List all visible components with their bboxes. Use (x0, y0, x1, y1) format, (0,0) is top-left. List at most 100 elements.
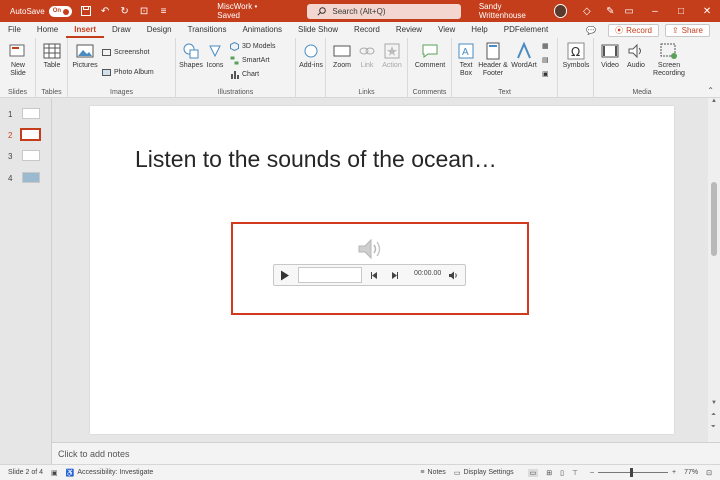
present-icon[interactable]: ⊡ (138, 5, 149, 17)
scroll-up-icon[interactable]: ▲ (711, 98, 717, 104)
display-settings-button[interactable]: ▭ Display Settings (454, 469, 514, 477)
screen-recording-button[interactable]: Screen Recording (650, 42, 688, 78)
tab-file[interactable]: File (0, 22, 29, 38)
screenshot-label: Screenshot (114, 49, 150, 56)
header-footer-button[interactable]: Header & Footer (478, 42, 508, 78)
comment-button[interactable]: Comment (412, 42, 448, 70)
scroll-thumb[interactable] (711, 182, 717, 256)
pictures-label: Pictures (72, 62, 98, 69)
notes-pane[interactable]: Click to add notes (52, 442, 720, 464)
scroll-down-icon[interactable]: ▼ (711, 400, 717, 406)
3d-models-button[interactable]: 3D Models (230, 42, 275, 51)
seek-bar[interactable] (298, 267, 362, 283)
zoom-in-icon[interactable]: + (672, 469, 676, 476)
wordart-button[interactable]: WordArt (510, 42, 538, 70)
record-button[interactable]: ⦿ Record (608, 23, 659, 37)
tab-transitions[interactable]: Transitions (180, 22, 235, 38)
zoom-out-icon[interactable]: – (590, 469, 594, 476)
zoom-level[interactable]: 77% (684, 469, 698, 476)
notes-icon: ≡ (420, 469, 425, 476)
slide-thumbnail[interactable]: 4 (0, 170, 52, 188)
spelling-icon[interactable]: ▣ (51, 469, 58, 477)
audio-button[interactable]: Audio (624, 42, 648, 70)
tab-draw[interactable]: Draw (104, 22, 139, 38)
zoom-button[interactable]: Zoom (330, 42, 354, 70)
maximize-icon[interactable]: □ (668, 6, 694, 17)
close-icon[interactable]: ✕ (694, 6, 720, 17)
slide-title[interactable]: Listen to the sounds of the ocean… (135, 146, 497, 173)
previous-slide-icon[interactable]: ⏶ (711, 412, 716, 419)
reading-view-icon[interactable]: ▯ (560, 469, 564, 477)
slide-thumbnail-active[interactable]: 2 (0, 127, 52, 145)
link-button[interactable]: Link (356, 42, 378, 70)
share-icon: ⇪ (671, 25, 679, 35)
share-button[interactable]: ⇪ Share (664, 23, 710, 37)
group-symbols: Ω Symbols (558, 38, 594, 98)
tab-view[interactable]: View (430, 22, 463, 38)
autosave-toggle[interactable]: On (48, 5, 72, 17)
tab-insert[interactable]: Insert (66, 22, 105, 38)
user-name[interactable]: Sandy Writtenhouse (479, 2, 548, 20)
tab-pdfelement[interactable]: PDFelement (496, 22, 556, 38)
notes-button[interactable]: ≡ Notes (420, 469, 445, 476)
tab-slide-show[interactable]: Slide Show (290, 22, 346, 38)
slide-sorter-icon[interactable]: ⊞ (546, 469, 552, 477)
search-box[interactable]: Search (Alt+Q) (307, 3, 461, 19)
tab-record[interactable]: Record (346, 22, 388, 38)
slide-number: 2 (8, 131, 13, 140)
ribbon-display-icon[interactable]: ▭ (616, 6, 642, 17)
slide-number-icon[interactable]: ▤ (542, 56, 549, 64)
addins-button[interactable]: Add-ins (298, 42, 324, 70)
save-icon[interactable] (80, 5, 91, 17)
table-button[interactable]: Table (40, 42, 64, 70)
tab-help[interactable]: Help (463, 22, 495, 38)
normal-view-icon[interactable]: ▭ (527, 468, 539, 477)
chart-button[interactable]: Chart (230, 70, 259, 79)
tab-review[interactable]: Review (388, 22, 430, 38)
photo-album-button[interactable]: Photo Album (102, 68, 154, 77)
avatar[interactable] (553, 4, 568, 18)
minimize-icon[interactable]: – (642, 6, 668, 17)
collapse-ribbon-icon[interactable]: ⌃ (707, 86, 714, 95)
icons-button[interactable]: Icons (204, 42, 226, 70)
group-slides: New Slide Slides (0, 38, 36, 98)
shapes-button[interactable]: Shapes (178, 42, 204, 70)
undo-icon[interactable]: ↶ (99, 5, 110, 17)
play-icon[interactable] (280, 270, 290, 281)
action-button[interactable]: Action (380, 42, 404, 70)
skip-back-icon[interactable] (370, 271, 379, 280)
tab-animations[interactable]: Animations (234, 22, 290, 38)
redo-icon[interactable]: ↻ (119, 5, 130, 17)
pen-icon[interactable]: ✎ (605, 5, 616, 17)
slideshow-icon[interactable]: ⊤ (572, 469, 578, 477)
accessibility-status[interactable]: ♿ Accessibility: Investigate (66, 469, 154, 477)
vertical-scrollbar[interactable]: ▲ ▼ ⏶ ⏷ (708, 98, 720, 442)
tab-design[interactable]: Design (139, 22, 180, 38)
document-title[interactable]: MiscWork • Saved (217, 2, 279, 20)
slide-number: 4 (8, 174, 13, 183)
diamond-icon[interactable]: ◇ (581, 5, 592, 17)
next-slide-icon[interactable]: ⏷ (711, 424, 716, 431)
new-slide-button[interactable]: New Slide (4, 42, 32, 78)
video-button[interactable]: Video (598, 42, 622, 70)
smartart-button[interactable]: SmartArt (230, 56, 270, 65)
tab-home[interactable]: Home (29, 22, 66, 38)
fit-to-window-icon[interactable]: ⊡ (706, 469, 712, 477)
autosave-label: AutoSave (10, 6, 45, 16)
slide-thumbnail[interactable]: 1 (0, 106, 52, 124)
skip-forward-icon[interactable] (390, 271, 399, 280)
pictures-button[interactable]: Pictures (72, 42, 98, 70)
volume-icon[interactable] (448, 271, 458, 280)
screenshot-button[interactable]: Screenshot (102, 48, 149, 57)
textbox-button[interactable]: A Text Box (454, 42, 478, 78)
symbols-button[interactable]: Ω Symbols (560, 42, 592, 70)
slide-canvas[interactable]: Listen to the sounds of the ocean… 00:00… (90, 106, 674, 434)
audio-object[interactable]: 00:00.00 (231, 222, 529, 315)
object-icon[interactable]: ▣ (542, 70, 549, 78)
slide-thumbnail[interactable]: 3 (0, 148, 52, 166)
date-time-icon[interactable]: ▦ (542, 42, 549, 50)
customize-toolbar-icon[interactable]: ≡ (158, 5, 169, 17)
zoom-slider[interactable] (598, 468, 669, 477)
comments-icon[interactable]: 💬 (580, 24, 602, 37)
action-label: Action (382, 62, 402, 69)
